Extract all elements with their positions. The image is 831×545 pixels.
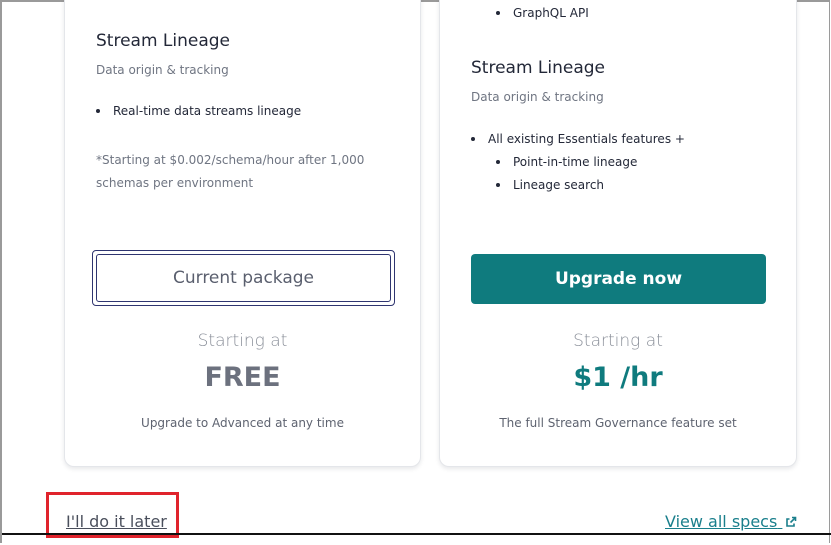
bullet-icon bbox=[96, 109, 100, 113]
list-item: Lineage search bbox=[496, 178, 685, 201]
list-item: Real-time data streams lineage bbox=[96, 104, 301, 127]
feature-list: All existing Essentials features + Point… bbox=[471, 132, 685, 201]
price-value: $1 /hr bbox=[573, 362, 663, 393]
plan-card-essentials: Stream Lineage Data origin & tracking Re… bbox=[64, 0, 421, 467]
list-item: Point-in-time lineage bbox=[496, 155, 685, 178]
external-link-icon bbox=[785, 513, 797, 532]
plan-card-advanced: GraphQL API Stream Lineage Data origin &… bbox=[439, 0, 797, 467]
plan-title: Stream Lineage bbox=[96, 31, 231, 51]
upgrade-now-button[interactable]: Upgrade now bbox=[471, 254, 766, 304]
bullet-icon bbox=[471, 137, 475, 141]
list-item: All existing Essentials features + bbox=[471, 132, 685, 155]
bullet-icon bbox=[496, 183, 500, 187]
plan-subtitle: Data origin & tracking bbox=[471, 90, 604, 104]
feature-list: Real-time data streams lineage bbox=[96, 104, 301, 127]
price-label: Starting at bbox=[573, 331, 663, 351]
current-package-button[interactable]: Current package bbox=[92, 250, 395, 306]
price-note: Upgrade to Advanced at any time bbox=[141, 416, 344, 430]
price-value: FREE bbox=[204, 362, 281, 393]
list-item: GraphQL API bbox=[496, 6, 589, 29]
plan-subtitle: Data origin & tracking bbox=[96, 63, 229, 77]
bullet-icon bbox=[496, 160, 500, 164]
pricing-footnote: *Starting at $0.002/schema/hour after 1,… bbox=[96, 153, 365, 190]
highlight-annotation bbox=[46, 492, 179, 538]
price-note: The full Stream Governance feature set bbox=[499, 416, 737, 430]
bullet-icon bbox=[496, 11, 500, 15]
plan-title: Stream Lineage bbox=[471, 58, 606, 78]
view-all-specs-link[interactable]: View all specs bbox=[665, 512, 797, 532]
price-label: Starting at bbox=[197, 331, 288, 351]
divider bbox=[2, 533, 831, 535]
feature-list-top: GraphQL API bbox=[496, 6, 589, 29]
